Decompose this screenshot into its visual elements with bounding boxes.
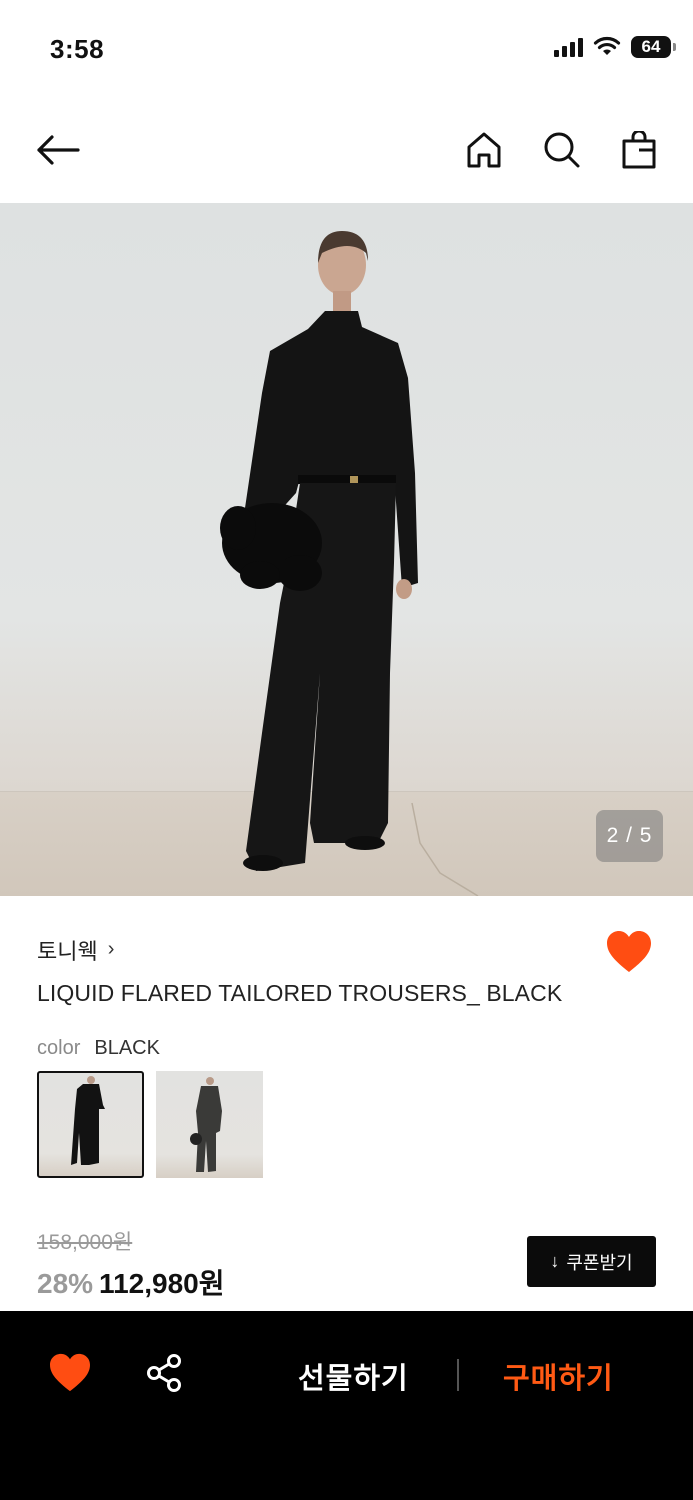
search-icon [544,132,580,168]
download-icon: ↓ [550,1251,560,1271]
search-button[interactable] [538,126,586,174]
shopping-bag-button[interactable] [615,126,663,174]
shopping-bag-icon [622,131,656,169]
product-image-carousel[interactable]: 2 / 5 [0,203,693,896]
color-swatches [37,1071,263,1178]
swatch-charcoal-thumbnail [190,1077,222,1172]
product-photo-model [220,231,479,896]
color-value: BLACK [94,1037,160,1059]
color-row: color BLACK [37,1037,160,1060]
nav-bar [0,100,693,203]
back-arrow-icon [37,135,80,165]
bottom-action-bar: 선물하기 구매하기 [0,1311,693,1500]
original-price: 158,000원 [37,1231,133,1254]
page-indicator: 2 / 5 [596,810,663,862]
status-bar: 3:58 64 [0,0,693,100]
brand-name: 토니웩 [37,939,98,964]
status-time: 3:58 [50,34,105,64]
heart-filled-icon [607,931,651,972]
coupon-download-button[interactable]: ↓ 쿠폰받기 [527,1236,656,1287]
wishlist-button[interactable] [605,930,653,978]
swatch-black[interactable] [37,1071,144,1178]
battery-level: 64 [641,37,661,56]
bottom-bar-divider [457,1359,459,1391]
heart-filled-icon [50,1353,90,1392]
share-button[interactable] [145,1353,185,1393]
back-button[interactable] [34,126,82,174]
bottom-wishlist-button[interactable] [48,1353,92,1393]
swatch-black-thumbnail [71,1076,105,1165]
gift-button[interactable]: 선물하기 [298,1355,409,1397]
discount-rate: 28% [37,1268,94,1299]
share-icon [147,1354,181,1392]
swatch-charcoal[interactable] [156,1071,263,1178]
battery-icon: 64 [631,36,676,58]
cellular-signal-icon [554,37,583,57]
home-icon [467,132,501,168]
brand-link[interactable]: 토니웩 › [37,934,114,966]
product-title: LIQUID FLARED TAILORED TROUSERS_ BLACK [37,980,563,1006]
home-button[interactable] [460,126,508,174]
coupon-button-label: 쿠폰받기 [566,1252,633,1273]
wifi-icon [593,36,621,55]
chevron-right-icon: › [107,937,115,960]
final-price: 112,980원 [99,1268,225,1299]
color-label: color [37,1037,81,1059]
status-icons: 64 [554,36,676,58]
buy-button[interactable]: 구매하기 [503,1355,614,1397]
price-row: 28% 112,980원 [37,1262,224,1302]
